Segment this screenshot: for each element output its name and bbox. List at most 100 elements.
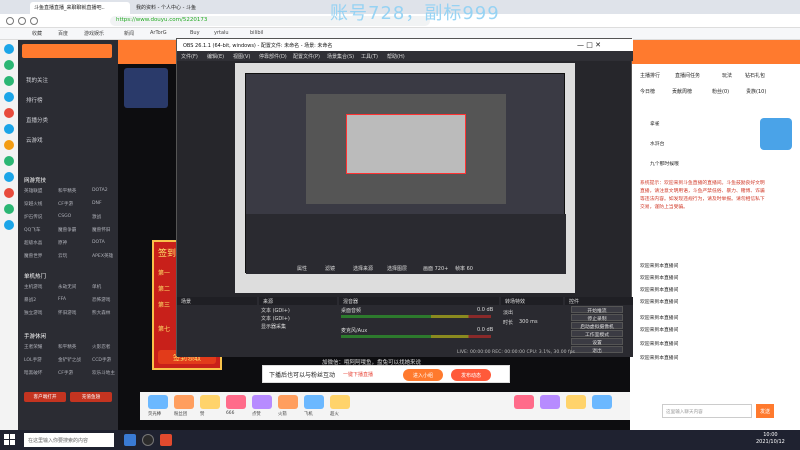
- taskbar-search[interactable]: 在这里输入你要搜索的内容: [24, 433, 114, 447]
- category-link[interactable]: APEX英雄: [92, 253, 113, 259]
- taskbar-app-icon[interactable]: [124, 434, 136, 446]
- gift-item[interactable]: [566, 395, 586, 409]
- obs-menu-item[interactable]: 停靠部件(D): [259, 53, 287, 60]
- category-link[interactable]: 魔兽世界: [24, 253, 42, 259]
- category-link[interactable]: CCD手游: [92, 357, 111, 363]
- gift-item[interactable]: [514, 395, 534, 409]
- app-icon[interactable]: [4, 60, 14, 70]
- gift-item[interactable]: [252, 395, 272, 409]
- window-controls[interactable]: — □ ✕: [577, 41, 601, 49]
- join-group-button[interactable]: 进入小组: [403, 369, 443, 381]
- taskbar-app-icon[interactable]: [142, 434, 154, 446]
- gift-item[interactable]: [200, 395, 220, 409]
- bookmark-item[interactable]: bilibil: [250, 30, 263, 36]
- app-icon[interactable]: [4, 92, 14, 102]
- chat-tab[interactable]: 贵族(10): [746, 88, 766, 95]
- category-link[interactable]: 和平精英: [58, 344, 76, 350]
- category-link[interactable]: 云玩: [58, 253, 67, 259]
- open-client-button[interactable]: 客户端打开: [24, 392, 66, 402]
- forward-icon[interactable]: [18, 17, 26, 25]
- bookmark-item[interactable]: yrtalu: [214, 30, 229, 36]
- settings-button[interactable]: 设置: [571, 338, 623, 346]
- taskbar-clock[interactable]: 10:00 2021/10/12: [756, 432, 785, 446]
- category-link[interactable]: DNF: [92, 201, 102, 206]
- virtual-camera-button[interactable]: 启动虚拟摄像机: [571, 322, 623, 330]
- toast-link[interactable]: 一键下播直播: [343, 371, 373, 378]
- category-link[interactable]: 英雄联盟: [24, 188, 42, 194]
- chat-header-item[interactable]: 玩法: [722, 72, 732, 79]
- category-link[interactable]: 超级水晶: [24, 240, 42, 246]
- category-link[interactable]: 王者荣耀: [24, 344, 42, 350]
- bookmark-item[interactable]: 新闻: [124, 30, 134, 37]
- recharge-button[interactable]: 充值鱼翅: [70, 392, 112, 402]
- chat-tab[interactable]: 今日榜: [640, 88, 655, 95]
- category-link[interactable]: 金铲铲之战: [58, 357, 81, 363]
- event-banner[interactable]: [760, 118, 792, 150]
- transition-select[interactable]: 淡出: [503, 309, 513, 316]
- app-icon[interactable]: [4, 140, 14, 150]
- nav-cloud-game[interactable]: 云游戏: [26, 136, 43, 144]
- category-link[interactable]: 炉石传说: [24, 214, 42, 220]
- obs-menu-item[interactable]: 配置文件(P): [293, 53, 320, 60]
- chat-header-item[interactable]: 钻石礼包: [745, 72, 765, 79]
- obs-toolbar-label[interactable]: 选择图层: [387, 265, 407, 272]
- category-link[interactable]: 暗黑破坏: [24, 370, 42, 376]
- category-link[interactable]: 独立游戏: [24, 310, 42, 316]
- category-link[interactable]: QQ飞车: [24, 227, 40, 233]
- app-icon[interactable]: [4, 124, 14, 134]
- gift-item[interactable]: [592, 395, 612, 409]
- bookmark-item[interactable]: Buy: [190, 30, 200, 36]
- stop-record-button[interactable]: 停止录制: [571, 314, 623, 322]
- chat-header-item[interactable]: 直播间任务: [675, 72, 700, 79]
- source-item[interactable]: 显示器采集: [261, 323, 286, 330]
- category-link[interactable]: 原神: [58, 240, 67, 246]
- category-link[interactable]: 穿越火线: [24, 201, 42, 207]
- gift-item[interactable]: [304, 395, 324, 409]
- bookmark-item[interactable]: 百度: [58, 30, 68, 37]
- chat-tab[interactable]: 粉丝(0): [712, 88, 729, 95]
- gift-item[interactable]: [540, 395, 560, 409]
- obs-menu-item[interactable]: 编辑(E): [207, 53, 224, 60]
- back-icon[interactable]: [6, 17, 14, 25]
- obs-menu-item[interactable]: 视图(V): [233, 53, 250, 60]
- windows-start-icon[interactable]: [4, 434, 16, 446]
- bookmark-item[interactable]: 收藏: [32, 30, 42, 37]
- top-user[interactable]: 拿雀: [650, 120, 660, 127]
- nav-follow[interactable]: 我的关注: [26, 76, 48, 84]
- category-link[interactable]: 主机游戏: [24, 284, 42, 290]
- start-stream-button[interactable]: 开始推流: [571, 306, 623, 314]
- nav-rank[interactable]: 排行榜: [26, 96, 43, 104]
- duration-field[interactable]: 300 ms: [519, 319, 538, 325]
- browser-tab-profile[interactable]: 我的资料 - 个人中心 - 斗鱼: [132, 2, 232, 14]
- category-link[interactable]: 永劫无间: [58, 284, 76, 290]
- browser-tab-douyu[interactable]: 斗鱼直播直播_来聊聊就直播吧..: [30, 2, 130, 14]
- category-link[interactable]: CF手游: [58, 370, 73, 376]
- gift-item[interactable]: [148, 395, 168, 409]
- obs-toolbar-label[interactable]: 选择来源: [353, 265, 373, 272]
- app-icon[interactable]: [4, 108, 14, 118]
- category-link[interactable]: 暴战2: [24, 297, 36, 303]
- obs-toolbar-label[interactable]: 滤镜: [325, 265, 335, 272]
- obs-menu-item[interactable]: 文件(F): [181, 53, 198, 60]
- app-icon[interactable]: [4, 44, 14, 54]
- category-link[interactable]: FFA: [58, 297, 66, 302]
- app-icon[interactable]: [4, 204, 14, 214]
- category-link[interactable]: LOL手游: [24, 357, 42, 363]
- obs-toolbar-label[interactable]: 属性: [297, 265, 307, 272]
- app-icon[interactable]: [4, 188, 14, 198]
- app-icon[interactable]: [4, 156, 14, 166]
- category-link[interactable]: CSGO: [58, 214, 71, 219]
- source-item[interactable]: 文本 (GDI+): [261, 307, 290, 314]
- category-link[interactable]: 和平精英: [58, 188, 76, 194]
- app-icon[interactable]: [4, 76, 14, 86]
- category-link[interactable]: 魔兽争霸: [58, 227, 76, 233]
- top-user[interactable]: 九个那时候哦: [650, 160, 679, 167]
- category-link[interactable]: CF手游: [58, 201, 73, 207]
- obs-preview[interactable]: [235, 63, 575, 293]
- send-button[interactable]: 发送: [756, 404, 774, 418]
- studio-mode-button[interactable]: 工作室模式: [571, 330, 623, 338]
- bookmark-item[interactable]: 游戏娱乐: [84, 30, 104, 37]
- post-dynamic-button[interactable]: 发布动态: [451, 369, 491, 381]
- streamer-avatar[interactable]: [124, 68, 168, 108]
- category-link[interactable]: 熊大森林: [92, 310, 110, 316]
